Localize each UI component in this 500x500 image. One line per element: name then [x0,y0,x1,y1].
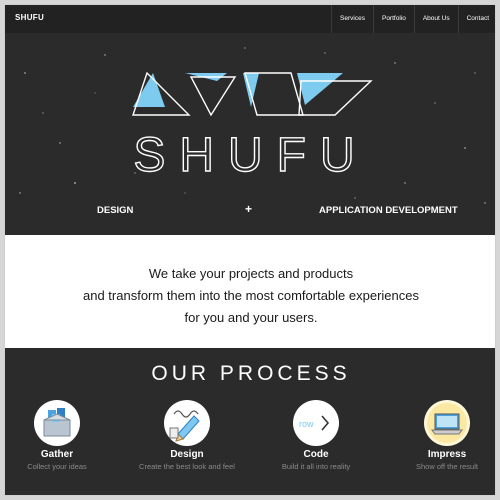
nav-link-contact[interactable]: Contact [457,5,495,33]
process-section: OUR PROCESS Gather Collect your ideas De… [5,348,495,495]
process-title: OUR PROCESS [151,362,351,385]
step-label-code: Code [303,449,329,460]
tagline-design: DESIGN [97,205,134,216]
logo-shapes [132,71,373,117]
process-step-gather[interactable]: Gather Collect your ideas [5,400,122,471]
intro-section: We take your projects and products and t… [5,235,495,348]
step-label-design: Design [170,449,204,460]
step-desc-gather: Collect your ideas [27,462,87,471]
step-label-impress: Impress [427,449,467,460]
step-desc-impress: Show off the result [416,462,478,471]
step-label-gather: Gather [40,449,74,460]
step-desc-code: Build it all into reality [281,462,351,471]
process-step-impress[interactable]: Impress Show off the result [382,400,495,471]
nav-links: Services Portfolio About Us Contact [331,5,495,33]
process-step-code[interactable]: row Code Build it all into reality [251,400,381,471]
pencil-icon [164,400,210,446]
code-icon-text: row [299,419,314,429]
hero-section: SHUFU DESIGN + APPLICATION DEVELOPMENT [5,33,495,235]
top-navbar: SHUFU Services Portfolio About Us Contac… [5,5,495,33]
code-icon: row [293,400,339,446]
boxes-icon [34,400,80,446]
tagline-app-development: APPLICATION DEVELOPMENT [319,205,458,216]
intro-line-2: and transform them into the most comfort… [83,288,419,303]
nav-link-services[interactable]: Services [331,5,373,33]
page-frame: SHUFU Services Portfolio About Us Contac… [4,4,496,496]
brand-logo[interactable]: SHUFU [15,13,44,22]
process-step-design[interactable]: Design Create the best look and feel [122,400,252,471]
nav-link-about-us[interactable]: About Us [413,5,458,33]
laptop-icon [424,400,470,446]
step-desc-design: Create the best look and feel [139,462,235,471]
tagline-plus: + [245,202,253,216]
intro-line-1: We take your projects and products [148,266,354,281]
hero-logo-text: SHUFU [133,129,368,182]
nav-link-portfolio[interactable]: Portfolio [372,5,414,33]
intro-line-3: for you and your users. [184,310,318,325]
